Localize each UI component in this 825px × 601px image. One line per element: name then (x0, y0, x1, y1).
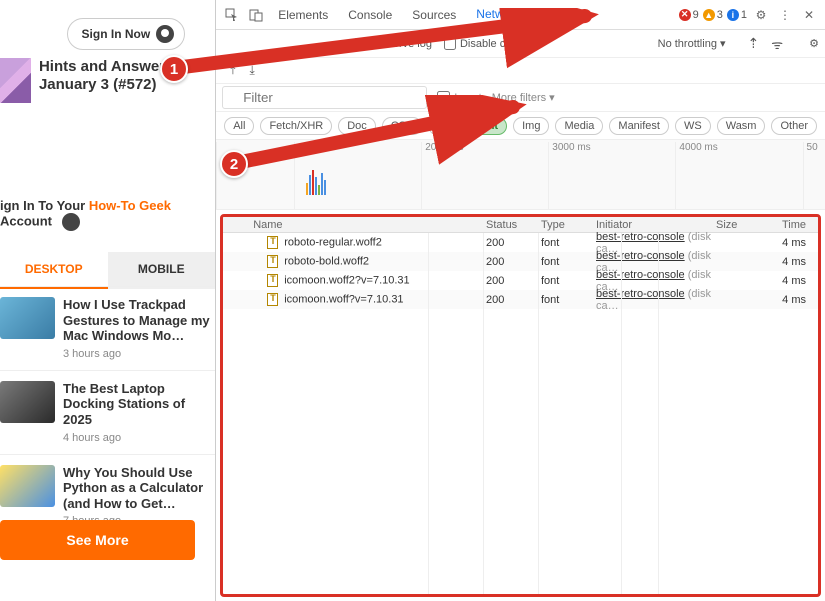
close-icon[interactable]: ✕ (799, 5, 819, 25)
tick-label: 50 (803, 142, 825, 210)
feed-title: Why You Should Use Python as a Calculato… (63, 465, 215, 512)
panel-elements[interactable]: Elements (270, 2, 336, 28)
table-header: Name Status Type Initiator Size Time (223, 217, 818, 233)
platform-tabs: DESKTOP MOBILE (0, 252, 215, 289)
network-timeline[interactable]: 1000 ms 2000 ms 3000 ms 4000 ms 50 (216, 140, 825, 210)
feed-title: The Best Laptop Docking Stations of 2025 (63, 381, 215, 428)
warning-badge[interactable]: ▲3 (703, 9, 723, 21)
download-har-icon[interactable]: ⤓ (250, 63, 255, 78)
network-requests-table: Name Status Type Initiator Size Time rob… (220, 214, 821, 597)
initiator-link[interactable]: best-retro-console (596, 269, 685, 281)
feed-age: 3 hours ago (63, 348, 215, 360)
inspect-element-icon[interactable] (222, 5, 242, 25)
initiator-link[interactable]: best-retro-console (596, 250, 685, 262)
article-feed: How I Use Trackpad Gestures to Manage my… (0, 286, 215, 537)
signin-suffix: Account (0, 213, 52, 228)
devtools-panel-tabs: Elements Console Sources Network » ✕9 ▲3… (216, 0, 825, 30)
type-js[interactable]: JS (428, 117, 459, 135)
feed-item[interactable]: How I Use Trackpad Gestures to Manage my… (0, 286, 215, 370)
col-size[interactable]: Size (716, 219, 768, 231)
feed-age: 4 hours ago (63, 432, 215, 444)
feed-title: How I Use Trackpad Gestures to Manage my… (63, 297, 215, 344)
more-filters-dropdown[interactable]: More filters ▾ (492, 91, 555, 104)
devtools-pane: Elements Console Sources Network » ✕9 ▲3… (216, 0, 825, 601)
device-toolbar-icon[interactable] (246, 5, 266, 25)
feed-thumbnail (0, 465, 55, 507)
type-media[interactable]: Media (555, 117, 603, 135)
feed-item[interactable]: The Best Laptop Docking Stations of 2025… (0, 370, 215, 454)
preserve-log-checkbox[interactable]: Preserve log (354, 38, 432, 50)
wifi-icon[interactable]: ⇡ (748, 35, 760, 52)
timeline-bars (306, 170, 336, 195)
sign-in-now-button[interactable]: Sign In Now (67, 18, 186, 50)
kebab-menu-icon[interactable]: ⋮ (775, 5, 795, 25)
network-toolbar: Preserve log Disable cache No throttling… (216, 30, 825, 58)
upload-har-icon[interactable]: ⤒ (230, 63, 235, 78)
annotation-circle-1: 1 (160, 55, 188, 83)
hero-title: Hints and Answers January 3 (#572) (39, 58, 215, 94)
signin-prefix: ign In To Your (0, 198, 89, 213)
type-fetchxhr[interactable]: Fetch/XHR (260, 117, 332, 135)
user-circle-icon (156, 25, 174, 43)
feed-thumbnail (0, 297, 55, 339)
col-type[interactable]: Type (541, 219, 596, 231)
throttling-dropdown[interactable]: No throttling ▾ (658, 37, 726, 50)
tick-label: 3000 ms (548, 142, 675, 210)
user-circle-icon (62, 213, 80, 231)
tick-label: 2000 ms (421, 142, 548, 210)
table-row[interactable]: roboto-bold.woff2 200 font best-retro-co… (223, 252, 818, 271)
initiator-link[interactable]: best-retro-console (596, 231, 685, 243)
font-file-icon (267, 293, 278, 306)
type-wasm[interactable]: Wasm (717, 117, 766, 135)
col-name[interactable]: Name (223, 219, 486, 231)
tick-label: 4000 ms (675, 142, 802, 210)
panel-console[interactable]: Console (340, 2, 400, 28)
disable-cache-checkbox[interactable]: Disable cache (444, 38, 529, 50)
panel-network[interactable]: Network (468, 1, 528, 29)
network-filter-bar: ▿ Invert More filters ▾ (216, 84, 825, 112)
type-doc[interactable]: Doc (338, 117, 376, 135)
sign-in-now-label: Sign In Now (82, 27, 151, 41)
panel-sources[interactable]: Sources (404, 2, 464, 28)
invert-checkbox[interactable]: Invert (437, 91, 482, 104)
col-time[interactable]: Time (768, 219, 818, 231)
table-row[interactable]: roboto-regular.woff2 200 font best-retro… (223, 233, 818, 252)
website-pane: Sign In Now Hints and Answers January 3 … (0, 0, 216, 601)
network-conditions-icon[interactable]: ᯤ (771, 35, 783, 53)
feed-thumbnail (0, 381, 55, 423)
annotation-circle-2: 2 (220, 150, 248, 178)
type-other[interactable]: Other (771, 117, 817, 135)
info-badge[interactable]: i1 (727, 9, 747, 21)
table-row[interactable]: icomoon.woff?v=7.10.31 200 font best-ret… (223, 290, 818, 309)
table-row[interactable]: icomoon.woff2?v=7.10.31 200 font best-re… (223, 271, 818, 290)
network-settings-gear-icon[interactable]: ⚙ (809, 37, 819, 50)
type-ws[interactable]: WS (675, 117, 711, 135)
font-file-icon (267, 236, 278, 249)
error-badge[interactable]: ✕9 (679, 9, 699, 21)
font-file-icon (267, 274, 278, 287)
col-status[interactable]: Status (486, 219, 541, 231)
col-initiator[interactable]: Initiator (596, 219, 716, 231)
sign-in-account-line[interactable]: ign In To Your How-To Geek Account (0, 198, 215, 231)
type-css[interactable]: CSS (382, 117, 423, 135)
type-manifest[interactable]: Manifest (609, 117, 669, 135)
network-toolbar-2: ⤒ ⤓ (216, 58, 825, 84)
see-more-button[interactable]: See More (0, 520, 195, 560)
more-panels-icon[interactable]: » (532, 5, 552, 25)
tab-desktop[interactable]: DESKTOP (0, 252, 108, 289)
type-img[interactable]: Img (513, 117, 549, 135)
initiator-link[interactable]: best-retro-console (596, 288, 685, 300)
hero-thumbnail (0, 58, 31, 103)
resource-type-chips: All Fetch/XHR Doc CSS JS Font Img Media … (216, 112, 825, 140)
brand-name: How-To Geek (89, 198, 171, 213)
tab-mobile[interactable]: MOBILE (108, 252, 216, 289)
type-font[interactable]: Font (465, 117, 507, 135)
font-file-icon (267, 255, 278, 268)
settings-gear-icon[interactable]: ⚙ (751, 5, 771, 25)
filter-input[interactable] (222, 86, 427, 109)
type-all[interactable]: All (224, 117, 254, 135)
